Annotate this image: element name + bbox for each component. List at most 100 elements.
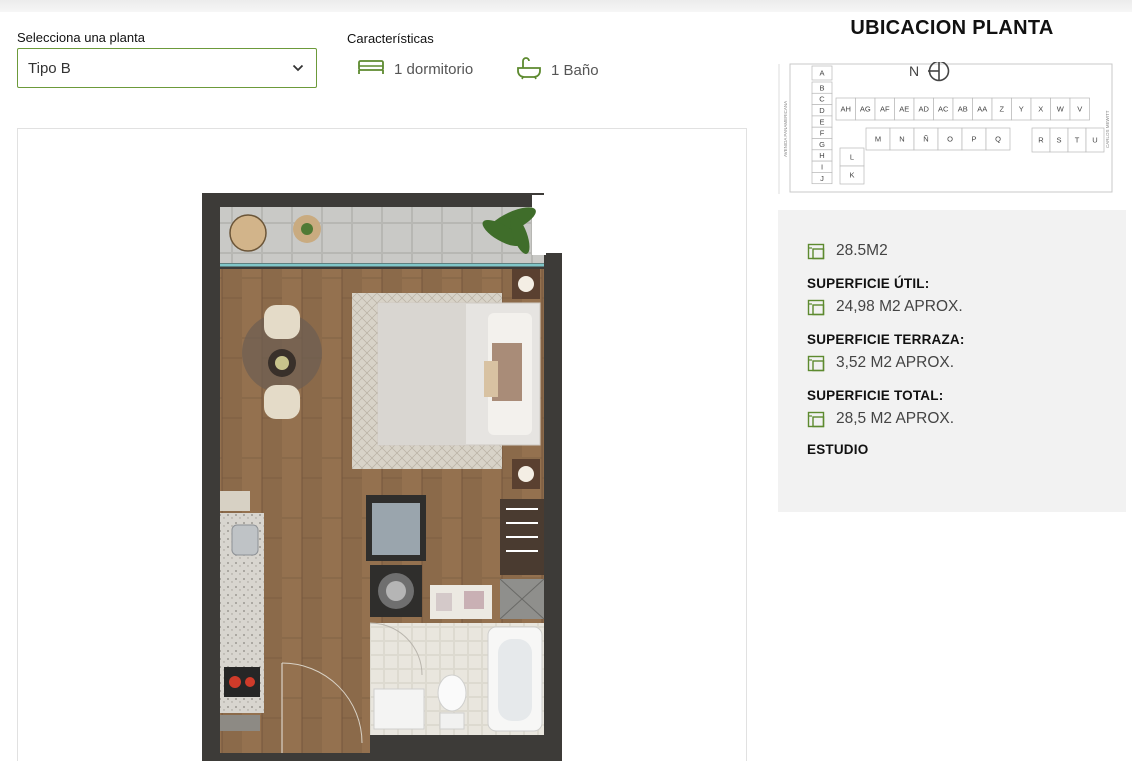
svg-text:N: N <box>899 135 904 144</box>
feature-bedroom: 1 dormitorio <box>357 56 473 82</box>
site-unit-Q: Q <box>985 127 1011 151</box>
superficie-terraza: 3,52 M2 APROX. <box>807 352 1126 374</box>
svg-text:AVENIDA PANAMERICANA: AVENIDA PANAMERICANA <box>783 101 788 157</box>
site-unit-C: C <box>811 92 833 105</box>
north-compass-icon <box>928 62 950 82</box>
floor-area-icon <box>807 354 825 372</box>
svg-text:E: E <box>819 117 824 126</box>
site-unit-AC: AC <box>933 97 954 121</box>
superficie-util-label: SUPERFICIE ÚTIL: <box>807 276 930 291</box>
svg-text:X: X <box>1038 105 1043 114</box>
svg-text:A: A <box>819 69 824 78</box>
floor-area-icon <box>807 298 825 316</box>
svg-text:G: G <box>819 140 825 149</box>
surface-info-panel: 28.5M2 SUPERFICIE ÚTIL: 24,98 M2 APROX. … <box>778 210 1126 512</box>
site-unit-J: J <box>811 172 833 185</box>
chevron-down-icon <box>290 60 306 76</box>
svg-text:B: B <box>819 83 824 92</box>
site-unit-A: A <box>811 65 833 81</box>
site-unit-O: O <box>937 127 963 151</box>
location-title: UBICACION PLANTA <box>850 17 1054 39</box>
svg-text:L: L <box>850 153 854 162</box>
svg-text:J: J <box>820 174 824 183</box>
site-unit-R: R <box>1031 127 1051 153</box>
floor-area-icon <box>807 410 825 428</box>
site-unit-I: I <box>811 160 833 173</box>
bed-icon <box>357 56 385 82</box>
superficie-util-value: 24,98 M2 APROX. <box>836 298 963 315</box>
plant-select-value: Tipo B <box>28 59 71 77</box>
site-unit-AF: AF <box>874 97 895 121</box>
superficie-total: 28,5 M2 APROX. <box>807 408 1126 430</box>
site-unit-E: E <box>811 115 833 128</box>
site-unit-V: V <box>1069 97 1090 121</box>
superficie-total-value: 28,5 M2 APROX. <box>836 410 955 427</box>
svg-text:M: M <box>875 135 881 144</box>
site-unit-W: W <box>1050 97 1071 121</box>
superficie-terraza-value: 3,52 M2 APROX. <box>836 354 955 371</box>
svg-text:K: K <box>849 171 854 180</box>
plant-select[interactable]: Tipo B <box>17 48 317 88</box>
svg-text:AG: AG <box>860 105 871 114</box>
floor-plan-image <box>202 193 562 761</box>
top-bar <box>0 0 1132 12</box>
svg-text:V: V <box>1077 105 1082 114</box>
svg-text:H: H <box>819 151 824 160</box>
svg-text:Ñ: Ñ <box>923 135 928 144</box>
svg-text:R: R <box>1038 136 1044 145</box>
svg-text:AE: AE <box>899 105 909 114</box>
site-unit-S: S <box>1049 127 1069 153</box>
svg-text:O: O <box>947 135 953 144</box>
svg-text:S: S <box>1056 136 1061 145</box>
site-unit-P: P <box>961 127 987 151</box>
svg-text:AD: AD <box>919 105 930 114</box>
superficie-total-label: SUPERFICIE TOTAL: <box>807 388 944 403</box>
bedroom-count: 1 dormitorio <box>394 60 474 78</box>
svg-text:D: D <box>819 106 825 115</box>
site-unit-AH: AH <box>835 97 856 121</box>
svg-text:U: U <box>1092 136 1097 145</box>
bathroom-count: 1 Baño <box>551 61 599 79</box>
superficie-terraza-label: SUPERFICIE TERRAZA: <box>807 332 965 347</box>
site-unit-X: X <box>1030 97 1051 121</box>
svg-text:W: W <box>1057 105 1065 114</box>
site-unit-T: T <box>1067 127 1087 153</box>
svg-text:AF: AF <box>880 105 890 114</box>
site-unit-AB: AB <box>952 97 973 121</box>
svg-text:F: F <box>820 129 825 138</box>
svg-text:P: P <box>971 135 976 144</box>
svg-text:CARLOS MEWITT: CARLOS MEWITT <box>1105 110 1110 148</box>
site-unit-AA: AA <box>972 97 993 121</box>
feature-bathroom: 1 Baño <box>516 56 599 84</box>
site-unit-D: D <box>811 104 833 117</box>
features-label: Características <box>347 31 434 46</box>
svg-text:Y: Y <box>1019 105 1024 114</box>
bathtub-icon <box>516 56 542 84</box>
site-unit-Ñ: Ñ <box>913 127 939 151</box>
floor-area-icon <box>807 242 825 260</box>
site-unit-K: K <box>839 165 865 185</box>
site-plan: AVENIDA PANAMERICANA CARLOS MEWITT N ABC… <box>778 62 1113 194</box>
unit-type: ESTUDIO <box>807 442 869 457</box>
site-unit-Z: Z <box>991 97 1012 121</box>
site-unit-F: F <box>811 126 833 139</box>
site-unit-B: B <box>811 81 833 94</box>
site-unit-AG: AG <box>855 97 876 121</box>
north-label: N <box>909 63 919 79</box>
svg-text:AC: AC <box>938 105 949 114</box>
site-unit-H: H <box>811 149 833 162</box>
svg-text:AH: AH <box>841 105 851 114</box>
svg-text:C: C <box>819 95 825 104</box>
superficie-util: 24,98 M2 APROX. <box>807 296 1126 318</box>
floor-plan-frame <box>17 128 747 761</box>
site-unit-M: M <box>865 127 891 151</box>
svg-text:Q: Q <box>995 135 1001 144</box>
svg-text:Z: Z <box>999 105 1004 114</box>
svg-text:T: T <box>1075 136 1080 145</box>
svg-text:AA: AA <box>977 105 987 114</box>
select-plant-label: Selecciona una planta <box>17 30 145 45</box>
surface-headline: 28.5M2 <box>807 240 1126 262</box>
svg-text:AB: AB <box>958 105 968 114</box>
site-unit-U: U <box>1085 127 1105 153</box>
site-unit-AE: AE <box>894 97 915 121</box>
